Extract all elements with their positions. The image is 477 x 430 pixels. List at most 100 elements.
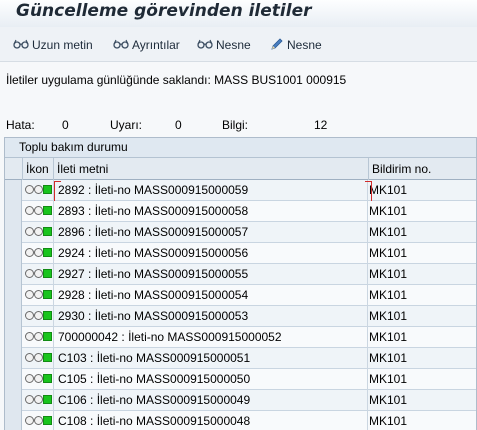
red-light-off-icon [25, 290, 34, 299]
row-selector[interactable] [5, 369, 22, 390]
table-row[interactable]: C103 : İleti-no MASS000915000051 MK101 [5, 348, 476, 369]
row-selector[interactable] [5, 390, 22, 411]
red-light-off-icon [25, 416, 34, 425]
green-light-on-icon [43, 227, 52, 236]
table-row[interactable]: 2927 : İleti-no MASS000915000055 MK101 [5, 264, 476, 285]
notification-number-cell[interactable]: MK101 [369, 285, 476, 306]
details-label: Ayrıntılar [132, 38, 180, 52]
traffic-light-icon [25, 227, 52, 236]
traffic-light-icon [25, 332, 52, 341]
status-cell [23, 306, 54, 327]
row-selector[interactable] [5, 222, 22, 243]
status-cell [23, 348, 54, 369]
message-text-cell[interactable]: 2930 : İleti-no MASS000915000053 [58, 306, 368, 327]
info-count-value: 12 [314, 118, 328, 132]
details-button[interactable]: Ayrıntılar [113, 37, 180, 53]
notification-number-cell[interactable]: MK101 [369, 222, 476, 243]
yellow-light-off-icon [34, 290, 43, 299]
traffic-light-icon [25, 248, 52, 257]
mass-maintenance-status-panel: Toplu bakım durumu İkon İleti metni Bild… [4, 137, 477, 430]
message-text-cell[interactable]: C108 : İleti-no MASS000915000048 [58, 411, 368, 430]
table-row[interactable]: 2896 : İleti-no MASS000915000057 MK101 [5, 222, 476, 243]
error-count-value: 0 [62, 118, 69, 132]
row-selector[interactable] [5, 348, 22, 369]
row-selector[interactable] [5, 327, 22, 348]
notification-number-cell[interactable]: MK101 [369, 306, 476, 327]
message-text-cell[interactable]: 2893 : İleti-no MASS000915000058 [58, 201, 368, 222]
green-light-on-icon [43, 311, 52, 320]
table-row[interactable]: C106 : İleti-no MASS000915000049 MK101 [5, 390, 476, 411]
display-object-label: Nesne [216, 38, 251, 52]
table-row[interactable]: 2924 : İleti-no MASS000915000056 MK101 [5, 243, 476, 264]
title-bar: Güncelleme görevinden iletiler [0, 0, 477, 27]
notification-number-cell[interactable]: MK101 [369, 411, 476, 430]
yellow-light-off-icon [34, 332, 43, 341]
red-light-off-icon [25, 311, 34, 320]
table-row[interactable]: C105 : İleti-no MASS000915000050 MK101 [5, 369, 476, 390]
table-row[interactable]: 700000042 : İleti-no MASS000915000052 MK1… [5, 327, 476, 348]
message-text-cell[interactable]: 2928 : İleti-no MASS000915000054 [58, 285, 368, 306]
row-selector[interactable] [5, 411, 22, 430]
red-light-off-icon [25, 206, 34, 215]
notification-number-cell[interactable]: MK101 [369, 264, 476, 285]
red-light-off-icon [25, 353, 34, 362]
grid-header: İkon İleti metni Bildirim no. [5, 158, 476, 180]
row-selector[interactable] [5, 306, 22, 327]
row-selector[interactable] [5, 201, 22, 222]
column-header-message-text[interactable]: İleti metni [54, 158, 369, 180]
long-text-button[interactable]: Uzun metin [13, 37, 93, 53]
notification-number-cell[interactable]: MK101 [369, 327, 476, 348]
message-text-cell[interactable]: 2896 : İleti-no MASS000915000057 [58, 222, 368, 243]
traffic-light-icon [25, 185, 52, 194]
warning-count-value: 0 [175, 118, 182, 132]
notification-number-cell[interactable]: MK101 [369, 180, 476, 201]
notification-number-cell[interactable]: MK101 [369, 390, 476, 411]
traffic-light-icon [25, 206, 52, 215]
column-header-notification-no[interactable]: Bildirim no. [369, 158, 476, 180]
yellow-light-off-icon [34, 416, 43, 425]
table-row[interactable]: 2892 : İleti-no MASS000915000059 MK101 [5, 180, 476, 203]
message-text-cell[interactable]: C106 : İleti-no MASS000915000049 [58, 390, 368, 411]
toolbar: Uzun metin Ayrıntılar Nesne Nesne [0, 27, 477, 62]
status-cell [23, 411, 54, 430]
message-text-cell[interactable]: 700000042 : İleti-no MASS000915000052 [58, 327, 368, 348]
warning-count-label: Uyarı: [110, 118, 143, 132]
error-count-label: Hata: [6, 118, 35, 132]
yellow-light-off-icon [34, 374, 43, 383]
message-text-cell[interactable]: 2927 : İleti-no MASS000915000055 [58, 264, 368, 285]
notification-number-cell[interactable]: MK101 [369, 201, 476, 222]
status-cell [23, 327, 54, 348]
notification-number-cell[interactable]: MK101 [369, 243, 476, 264]
green-light-on-icon [43, 269, 52, 278]
table-row[interactable]: 2930 : İleti-no MASS000915000053 MK101 [5, 306, 476, 327]
status-cell [23, 264, 54, 285]
red-light-off-icon [25, 227, 34, 236]
row-selector[interactable] [5, 285, 22, 306]
notification-number-cell[interactable]: MK101 [369, 348, 476, 369]
select-all-header[interactable] [5, 158, 23, 180]
message-text-cell[interactable]: C103 : İleti-no MASS000915000051 [58, 348, 368, 369]
row-selector[interactable] [5, 243, 22, 264]
yellow-light-off-icon [34, 353, 43, 362]
yellow-light-off-icon [34, 311, 43, 320]
row-selector[interactable] [5, 180, 22, 201]
display-object-button[interactable]: Nesne [197, 37, 251, 53]
message-text-cell[interactable]: 2892 : İleti-no MASS000915000059 [58, 180, 368, 201]
message-text-cell[interactable]: C105 : İleti-no MASS000915000050 [58, 369, 368, 390]
red-light-off-icon [25, 269, 34, 278]
red-light-off-icon [25, 248, 34, 257]
red-light-off-icon [25, 332, 34, 341]
table-row[interactable]: 2893 : İleti-no MASS000915000058 MK101 [5, 201, 476, 222]
column-header-icon[interactable]: İkon [23, 158, 54, 180]
traffic-light-icon [25, 269, 52, 278]
edit-object-button[interactable]: Nesne [270, 37, 322, 53]
panel-title: Toplu bakım durumu [5, 138, 476, 158]
row-selector[interactable] [5, 264, 22, 285]
status-cell [23, 390, 54, 411]
table-row[interactable]: 2928 : İleti-no MASS000915000054 MK101 [5, 285, 476, 306]
message-text-cell[interactable]: 2924 : İleti-no MASS000915000056 [58, 243, 368, 264]
table-row[interactable]: C108 : İleti-no MASS000915000048 MK101 [5, 411, 476, 430]
pencil-icon [270, 37, 284, 54]
info-count-label: Bilgi: [222, 118, 249, 132]
notification-number-cell[interactable]: MK101 [369, 369, 476, 390]
